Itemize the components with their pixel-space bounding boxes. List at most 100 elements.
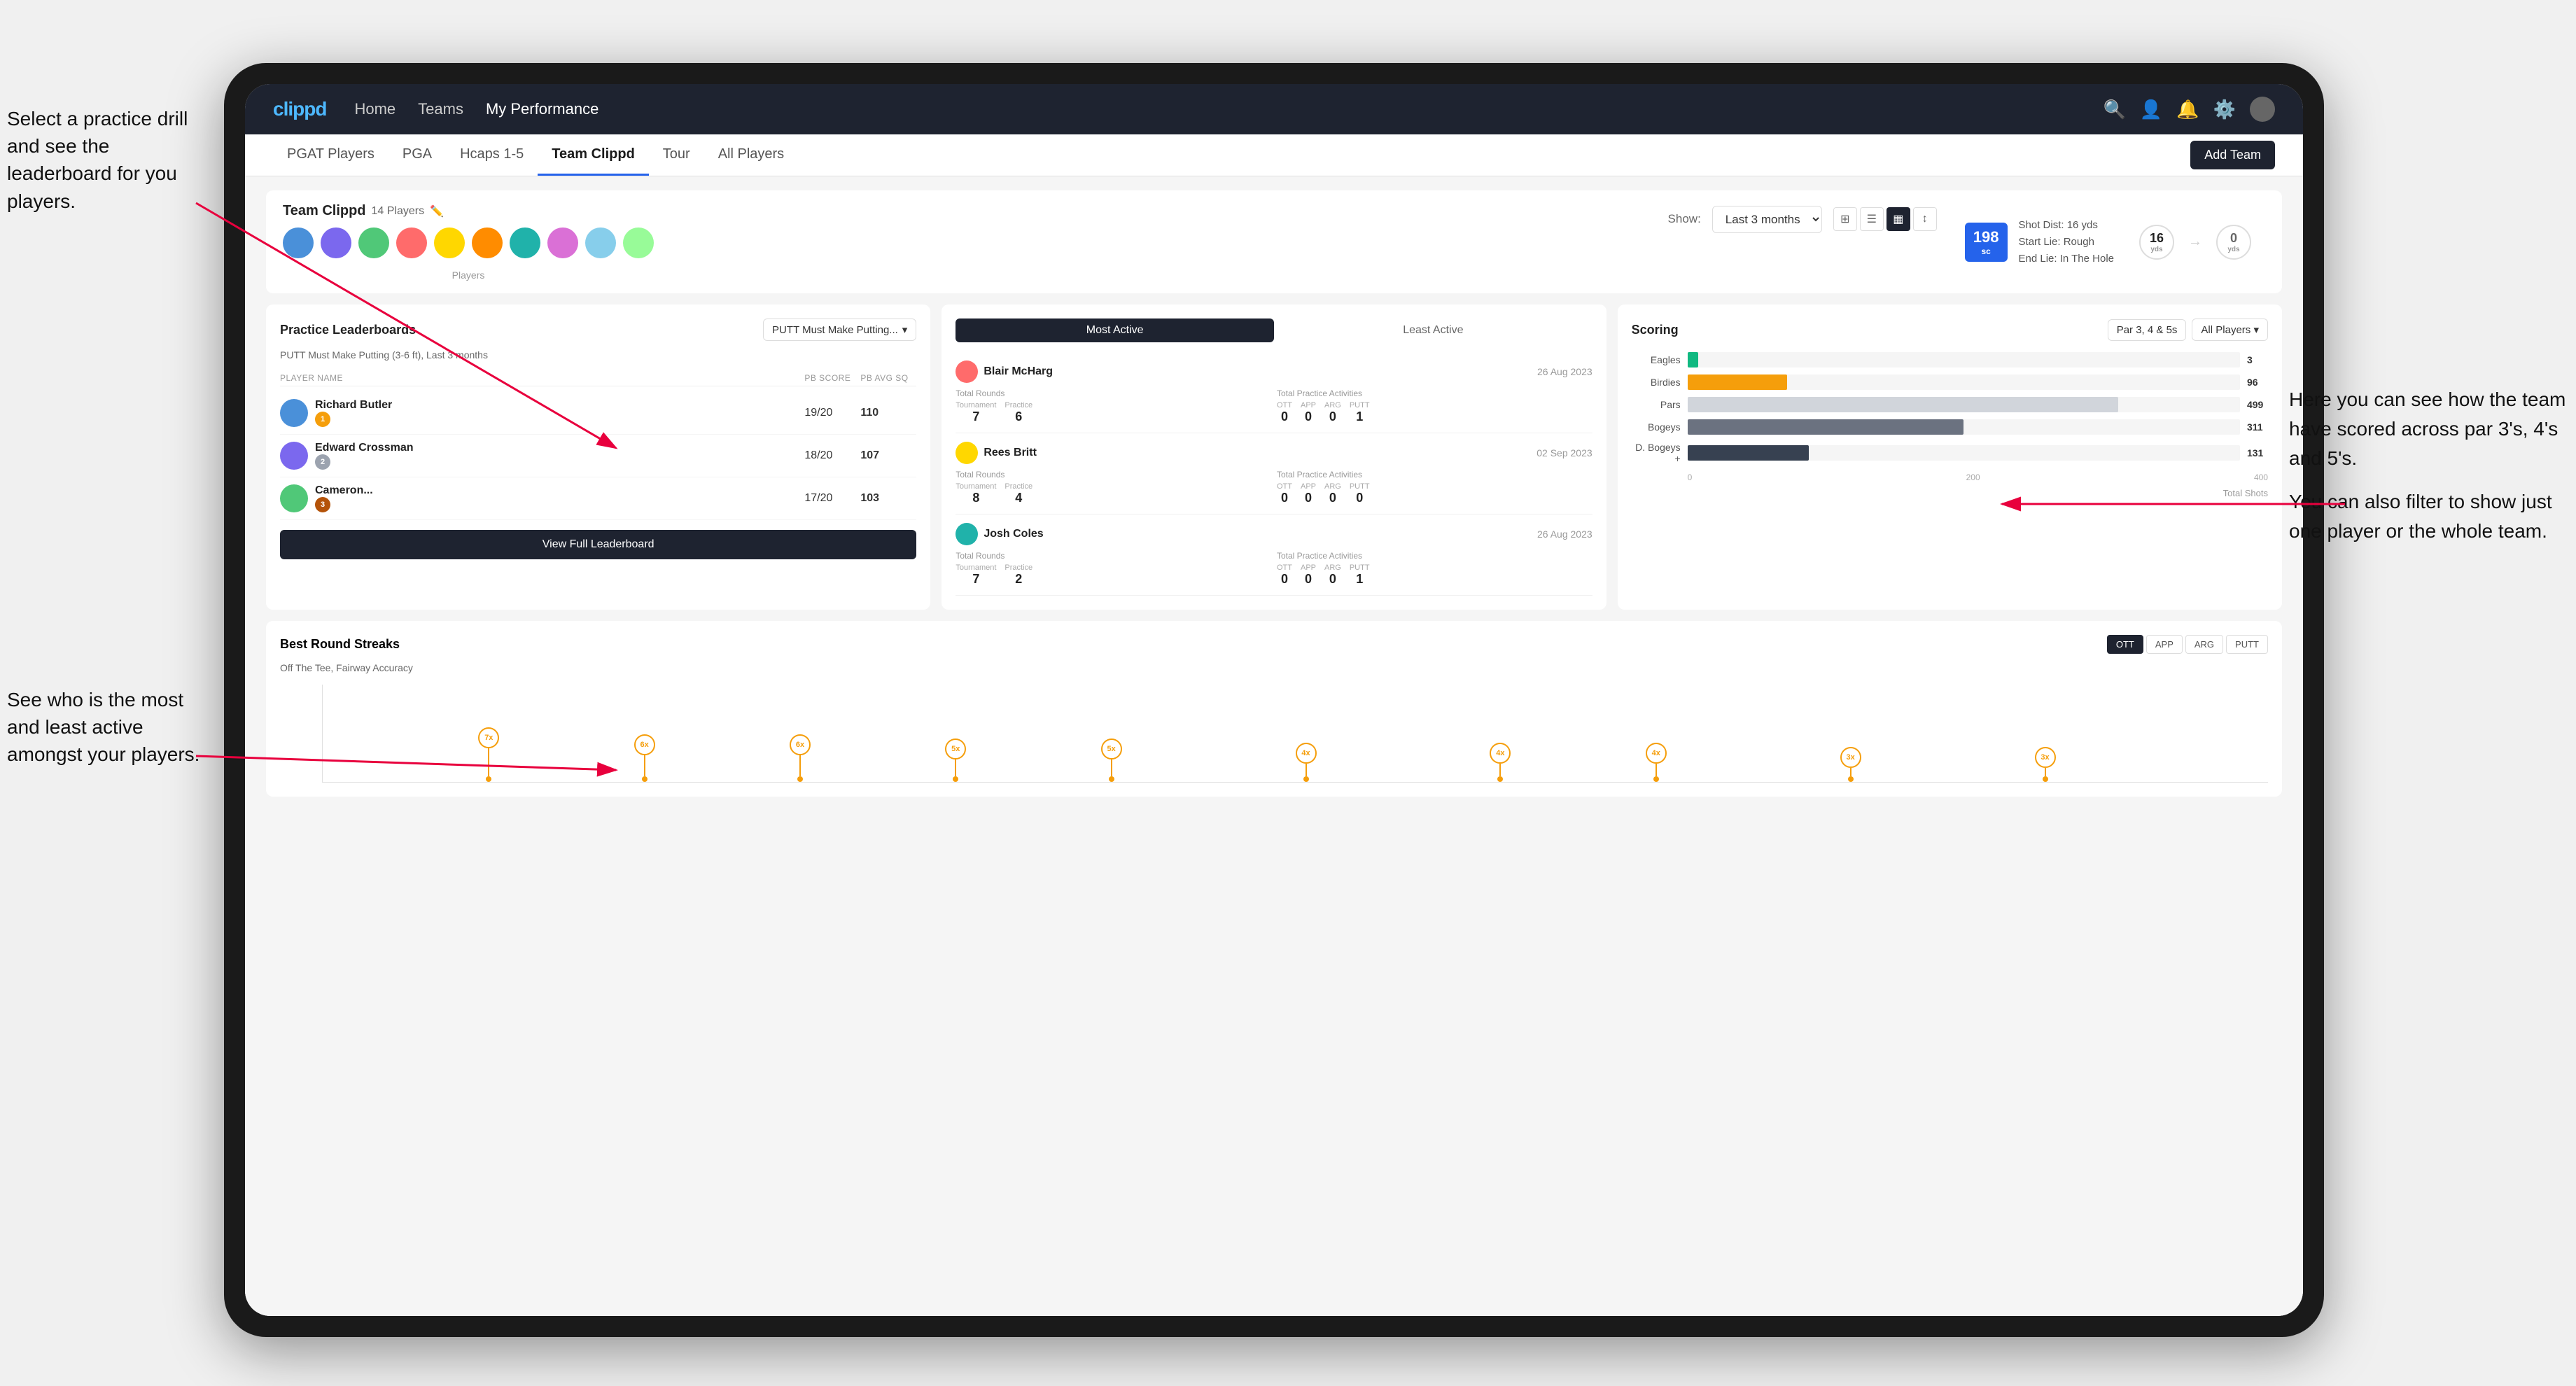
shot-detail-card: 198 sc Shot Dist: 16 yds Start Lie: Roug… (1951, 206, 2265, 279)
drill-chevron: ▾ (902, 323, 908, 336)
team-title-row: Team Clippd 14 Players ✏️ (283, 203, 654, 219)
pa-header-3: Josh Coles 26 Aug 2023 (955, 523, 1592, 545)
team-info: Team Clippd 14 Players ✏️ (283, 203, 654, 281)
pa-arg-val-3: 0 (1324, 572, 1341, 587)
player-filter-btn[interactable]: All Players ▾ (2192, 318, 2268, 341)
streak-badge-4: 5x (945, 738, 966, 760)
nav-teams[interactable]: Teams (418, 97, 463, 121)
streak-dot-3 (797, 776, 803, 782)
player-filter-chevron: ▾ (2253, 324, 2259, 336)
pa-tournament-label-1: Tournament (955, 401, 996, 410)
add-team-button[interactable]: Add Team (2190, 141, 2275, 169)
table-row: Cameron... 3 17/20 103 (280, 477, 916, 520)
lb-avatar-1 (280, 399, 308, 427)
main-grid: Practice Leaderboards PUTT Must Make Put… (266, 304, 2282, 610)
shot-circle-label-1: yds (2150, 246, 2162, 253)
search-icon[interactable]: 🔍 (2104, 99, 2126, 120)
scoring-header: Scoring Par 3, 4 & 5s All Players ▾ (1632, 318, 2268, 341)
shot-circle-arrow: → (2188, 225, 2202, 260)
pa-ott-col-3: OTT 0 (1277, 564, 1292, 587)
pa-app-col-2: APP 0 (1301, 482, 1316, 505)
card-view-btn[interactable]: ▦ (1886, 207, 1910, 231)
bar-row-pars: Pars 499 (1632, 397, 2268, 412)
settings-icon[interactable]: ⚙️ (2213, 99, 2236, 120)
player-avatar-2 (321, 227, 351, 258)
subnav-pga[interactable]: PGA (388, 134, 446, 176)
list-view-btn[interactable]: ☰ (1860, 207, 1884, 231)
sort-btn[interactable]: ↕ (1913, 207, 1937, 231)
pa-ott-val-1: 0 (1277, 410, 1292, 424)
lb-badge-bronze-3: 3 (315, 497, 330, 512)
pa-stats-3: Total Rounds Tournament 7 Practice 2 (955, 551, 1592, 587)
subnav-hcaps[interactable]: Hcaps 1-5 (446, 134, 538, 176)
streak-point: 7x (478, 727, 499, 782)
pa-practice-col-2: Practice 4 (1004, 482, 1032, 505)
filter-ott[interactable]: OTT (2107, 635, 2143, 654)
streak-badge-6: 4x (1296, 743, 1317, 764)
pa-activities-values-1: OTT 0 APP 0 ARG 0 (1277, 401, 1592, 424)
player-avatar-8 (547, 227, 578, 258)
tab-least-active[interactable]: Least Active (1274, 318, 1592, 342)
filter-app[interactable]: APP (2146, 635, 2183, 654)
pa-activities-block-2: Total Practice Activities OTT 0 APP 0 (1277, 470, 1592, 505)
pa-player-1: Blair McHarg (955, 360, 1053, 383)
player-avatar-1 (283, 227, 314, 258)
streak-line-9 (1850, 768, 1851, 776)
annotation-3-line1: Here you can see how the team have score… (2289, 385, 2569, 473)
pa-tournament-val-2: 8 (955, 491, 996, 505)
list-item: Josh Coles 26 Aug 2023 Total Rounds Tour… (955, 514, 1592, 596)
lb-score-2: 18/20 (804, 449, 860, 462)
streak-point: 6x (634, 734, 655, 782)
bar-label-pars: Pars (1632, 399, 1681, 410)
view-full-leaderboard-button[interactable]: View Full Leaderboard (280, 530, 916, 559)
shot-circle-2: 0 yds (2216, 225, 2251, 260)
filter-putt[interactable]: PUTT (2226, 635, 2268, 654)
streak-badge-1: 7x (478, 727, 499, 748)
show-select[interactable]: Last 3 months Last month Last year (1712, 206, 1822, 233)
subnav-allplayers[interactable]: All Players (704, 134, 798, 176)
list-item: Rees Britt 02 Sep 2023 Total Rounds Tour… (955, 433, 1592, 514)
scoring-card: Scoring Par 3, 4 & 5s All Players ▾ (1618, 304, 2282, 610)
streak-chart: 7x 6x 6x 5x (322, 685, 2268, 783)
pa-activities-block-3: Total Practice Activities OTT 0 APP 0 (1277, 551, 1592, 587)
streak-dot-5 (1109, 776, 1114, 782)
pa-app-col-3: APP 0 (1301, 564, 1316, 587)
streak-line-5 (1111, 760, 1112, 776)
lb-avatar-2 (280, 442, 308, 470)
subnav-pgat[interactable]: PGAT Players (273, 134, 388, 176)
pa-avatar-2 (955, 442, 978, 464)
tab-most-active[interactable]: Most Active (955, 318, 1274, 342)
pa-tournament-col-1: Tournament 7 (955, 401, 996, 424)
subnav-teamclippd[interactable]: Team Clippd (538, 134, 649, 176)
bar-track-birdies (1688, 374, 2240, 390)
edit-icon[interactable]: ✏️ (430, 204, 444, 218)
nav-home[interactable]: Home (354, 97, 396, 121)
pa-avatar-1 (955, 360, 978, 383)
shot-circle-label-2: yds (2227, 246, 2239, 253)
view-icons: ⊞ ☰ ▦ ↕ (1833, 207, 1937, 231)
drill-selector[interactable]: PUTT Must Make Putting... ▾ (763, 318, 916, 341)
team-name: Team Clippd (283, 203, 366, 219)
player-count: 14 Players (372, 205, 425, 218)
grid-view-btn[interactable]: ⊞ (1833, 207, 1857, 231)
streak-point: 5x (1101, 738, 1122, 782)
nav-myperformance[interactable]: My Performance (486, 97, 598, 121)
x-label-400: 400 (2254, 472, 2268, 482)
users-icon[interactable]: 👤 (2140, 99, 2162, 120)
subnav-tour[interactable]: Tour (649, 134, 704, 176)
bell-icon[interactable]: 🔔 (2176, 99, 2199, 120)
par-filter-btn[interactable]: Par 3, 4 & 5s (2108, 319, 2187, 341)
streak-badge-5: 5x (1101, 738, 1122, 760)
bar-value-doublebogeys: 131 (2247, 447, 2268, 458)
pa-activities-title-2: Total Practice Activities (1277, 470, 1592, 479)
user-avatar[interactable] (2250, 97, 2275, 122)
pa-practice-label-1: Practice (1004, 401, 1032, 410)
leaderboard-title: Practice Leaderboards (280, 323, 416, 337)
filter-arg[interactable]: ARG (2185, 635, 2223, 654)
lb-avg-1: 110 (860, 407, 916, 419)
pa-stats-1: Total Rounds Tournament 7 Practice 6 (955, 388, 1592, 424)
shot-circles: 16 yds → 0 yds (2139, 225, 2251, 260)
lb-score-3: 17/20 (804, 492, 860, 505)
pa-rounds-title-3: Total Rounds (955, 551, 1271, 561)
pa-rounds-block-2: Total Rounds Tournament 8 Practice 4 (955, 470, 1271, 505)
